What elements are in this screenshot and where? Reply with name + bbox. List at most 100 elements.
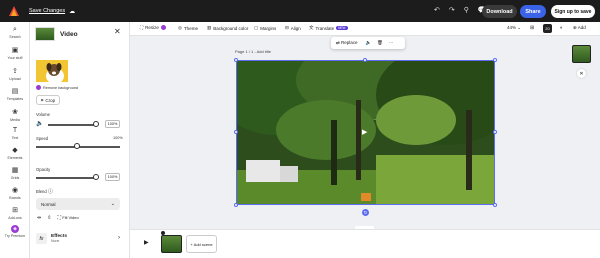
selection-border [236,60,495,205]
video-thumbnail [35,27,55,41]
blend-mode-select[interactable]: Normal ⌄ [36,198,120,210]
volume-label: Volume [36,112,50,117]
translate-button[interactable]: 文 Translate NEW [309,25,348,31]
resize-handle-top-right[interactable] [493,58,497,62]
rail-item-media[interactable]: ❀ Media [0,108,30,122]
location-pin-icon[interactable]: ⚲ [464,6,469,14]
templates-icon: ▤ [11,88,19,95]
resize-handle-top[interactable] [363,58,367,62]
resize-button[interactable]: ⛶ Resize [140,25,166,30]
margins-button[interactable]: ▢ Margins [254,25,276,31]
share-button[interactable]: Share [520,5,546,18]
remove-background-preview[interactable] [36,60,68,82]
fit-height-icon[interactable]: ⇳ [47,215,51,221]
opacity-slider[interactable] [36,177,98,179]
left-rail: ⌕ Search ▣ Your stuff ⇪ Upload ▤ Templates ❀… [0,22,30,258]
element-floating-toolbar: ⇄ Replace 🔈 🗑 ⋯ [331,37,405,49]
rotate-icon[interactable]: ↻ [362,209,369,216]
rail-item-grids[interactable]: ▦ Grids [0,166,30,180]
rail-item-text[interactable]: T Text [0,126,30,140]
timeline-clip[interactable] [161,235,182,253]
grid-view-icon[interactable]: ⊞ [530,25,534,31]
close-icon[interactable]: ✕ [114,27,121,36]
replace-icon: ⇄ [336,40,340,45]
resize-handle-left[interactable] [234,130,238,134]
align-button[interactable]: ⊟ Align [285,25,301,31]
effects-value: None [51,239,60,243]
margins-label: Margins [260,25,277,31]
add-page-button[interactable]: ⊕ Add [573,25,586,31]
page-count-badge[interactable]: 20 [543,24,552,33]
info-icon[interactable]: ⓘ [48,188,53,195]
undo-icon[interactable]: ↶ [434,6,440,14]
resize-handle-right[interactable] [493,130,497,134]
fit-width-icon[interactable]: ⇹ [37,215,41,221]
rail-item-elements[interactable]: ◆ Elements [0,146,30,160]
zoom-select[interactable]: 44% ⌄ [507,25,521,31]
background-color-button[interactable]: ▥ Background color [207,25,248,31]
blend-mode-value: Normal [41,201,56,207]
blend-label: Blend [36,189,47,194]
resize-handle-bottom-left[interactable] [234,203,238,207]
page-thumbnail[interactable] [572,45,591,63]
resize-label: Resize [145,25,159,30]
margins-icon: ▢ [254,25,259,30]
rail-label: Upload [9,77,21,81]
replace-label: Replace [341,40,358,45]
rail-item-your-stuff[interactable]: ▣ Your stuff [0,46,30,60]
volume-icon[interactable]: 🔈 [366,40,372,46]
rail-label: Media [10,118,20,122]
download-button[interactable]: Download [482,5,517,18]
volume-slider[interactable] [48,124,96,126]
zoom-value: 44% [507,25,517,30]
upload-icon: ⇪ [12,68,18,75]
redo-icon[interactable]: ↷ [449,6,455,14]
new-badge: NEW [336,26,348,30]
crop-icon: ⌗ [40,97,44,103]
rail-item-templates[interactable]: ▤ Templates [0,87,30,101]
speed-slider-knob[interactable] [74,143,80,149]
adobe-express-logo[interactable] [9,6,19,16]
volume-slider-knob[interactable] [93,121,99,127]
fill-video-label: Fill Video [62,215,79,220]
opacity-label: Opacity [36,167,51,172]
theme-icon: ◎ [178,25,182,30]
effects-row[interactable]: fx Effects None [36,233,67,244]
save-changes-link[interactable]: Save Changes [29,8,65,14]
theme-button[interactable]: ◎ Theme [178,25,198,31]
remove-background-button[interactable]: Remove background [36,85,78,90]
resize-handle-top-left[interactable] [234,58,238,62]
opacity-slider-knob[interactable] [93,174,99,180]
video-properties-panel: Video ✕ Remove background ⌗ Crop Volume … [30,22,130,258]
speed-value: 100% [113,136,123,140]
crop-button[interactable]: ⌗ Crop [36,95,60,105]
chevron-right-icon[interactable]: › [118,235,120,241]
delete-icon[interactable]: 🗑 [377,40,383,46]
play-icon[interactable]: ▶ [144,239,149,246]
add-scene-button[interactable]: + Add scene [186,235,217,253]
opacity-value[interactable]: 100% [105,173,120,181]
resize-handle-bottom-right[interactable] [493,203,497,207]
brands-icon: ◉ [11,187,19,194]
comment-icon[interactable]: ◐ [560,25,563,31]
rail-item-brands[interactable]: ◉ Brands [0,186,30,200]
rail-label: Your stuff [7,56,23,60]
your-stuff-icon: ▣ [11,47,19,54]
more-options-icon[interactable]: ⋯ [389,40,394,46]
translate-icon: 文 [309,25,314,30]
fill-video-button[interactable]: ⛶ Fill Video [57,215,78,221]
rail-item-premium[interactable]: ◈ Try Premium [0,225,30,238]
rail-item-add-ons[interactable]: ⊞ Add-ons [0,206,30,220]
speaker-icon[interactable]: 🔈 [36,120,43,127]
sign-up-button[interactable]: Sign up to save [551,5,595,18]
chevron-down-icon: ⌄ [517,25,522,30]
close-icon[interactable]: ✕ [577,69,586,78]
rail-label: Add-ons [8,216,22,220]
page-title-label[interactable]: Page 1 / 1 - Add title [235,49,271,54]
rail-item-upload[interactable]: ⇪ Upload [0,67,30,81]
background-color-icon: ▥ [207,25,212,30]
fill-video-icon: ⛶ [57,215,61,221]
rail-item-search[interactable]: ⌕ Search [0,25,30,39]
volume-value[interactable]: 100% [105,120,120,128]
replace-button[interactable]: ⇄ Replace [336,40,358,46]
